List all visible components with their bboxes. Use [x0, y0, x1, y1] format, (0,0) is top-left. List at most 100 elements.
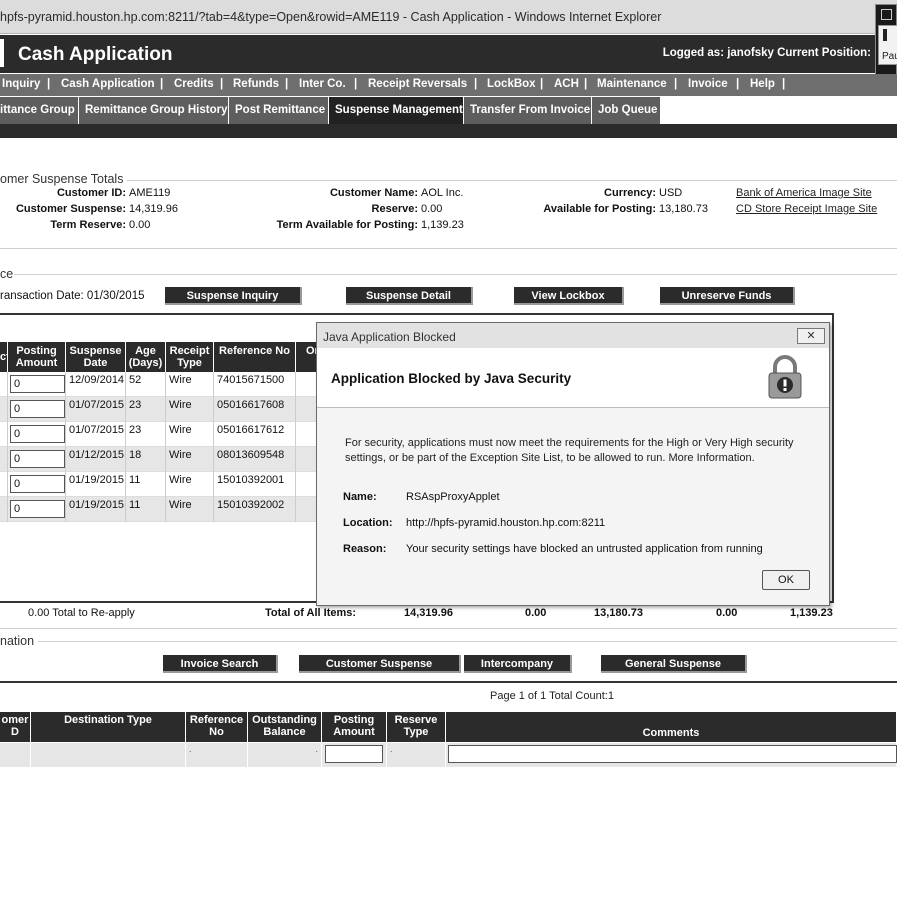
invoice-search-button[interactable]: Invoice Search — [163, 655, 278, 673]
table-row — [0, 397, 8, 422]
suspense-date-cell: 01/07/2015 — [66, 397, 126, 422]
col-outstanding-balance-header: Outstanding Balance — [248, 712, 322, 742]
total-value-3: 13,180.73 — [594, 607, 643, 619]
paging-info: Page 1 of 1 Total Count:1 — [490, 690, 614, 702]
dialog-reason-label: Reason: — [343, 543, 387, 555]
lock-warning-icon — [768, 355, 802, 399]
nav-separator: | — [584, 78, 588, 90]
receipt-type-cell: Wire — [166, 497, 214, 522]
posting-amount-input[interactable] — [325, 745, 383, 763]
nav-separator: | — [354, 78, 358, 90]
reference-no-cell: 15010392001 — [214, 472, 296, 497]
dialog-location-value: http://hpfs-pyramid.houston.hp.com:8211 — [406, 517, 606, 529]
nav-receipt-reversals[interactable]: Receipt Reversals — [368, 78, 467, 90]
posting-amount-cell: 0 — [8, 497, 66, 522]
tab-strip-bar — [0, 124, 897, 138]
nav-refunds[interactable]: Refunds — [233, 78, 279, 90]
receipt-type-cell: Wire — [166, 447, 214, 472]
nav-maintenance[interactable]: Maintenance — [597, 78, 667, 90]
destination-section-title: nation — [0, 634, 35, 648]
dialog-name-label: Name: — [343, 491, 377, 503]
posting-amount-input[interactable]: 0 — [10, 425, 65, 443]
col-destination-type-header: Destination Type — [31, 712, 186, 742]
nav-separator: | — [474, 78, 478, 90]
total-value-1: 14,319.96 — [404, 607, 453, 619]
col-reserve-type-header: Reserve Type — [387, 712, 446, 742]
suspense-date-cell: 01/19/2015 — [66, 472, 126, 497]
intercompany-button[interactable]: Intercompany — [464, 655, 572, 673]
posting-amount-input[interactable]: 0 — [10, 475, 65, 493]
posting-amount-input[interactable]: 0 — [10, 500, 65, 518]
nav-ach[interactable]: ACH — [554, 78, 579, 90]
reference-no-cell: . — [186, 743, 248, 767]
customer-suspense-value: 14,319.96 — [129, 203, 178, 215]
bank-of-america-image-link[interactable]: Bank of America Image Site — [736, 187, 872, 199]
currency-label: Currency: — [604, 187, 656, 199]
sub-tabs: ittance Group Remittance Group History P… — [0, 97, 897, 124]
general-suspense-button[interactable]: General Suspense — [601, 655, 747, 673]
nav-help[interactable]: Help — [750, 78, 775, 90]
nav-separator: | — [674, 78, 678, 90]
unreserve-funds-button[interactable]: Unreserve Funds — [660, 287, 795, 305]
tab-post-remittance[interactable]: Post Remittance — [229, 97, 329, 124]
divider — [0, 681, 897, 683]
user-info: Logged as: janofsky Current Position: — [662, 47, 871, 59]
side-widget-square-icon[interactable] — [881, 9, 892, 20]
posting-amount-cell: 0 — [8, 472, 66, 497]
col-age-header: Age (Days) — [126, 342, 166, 372]
table-row — [0, 447, 8, 472]
outstanding-balance-cell: . — [248, 743, 322, 767]
suspense-inquiry-button[interactable]: Suspense Inquiry — [165, 287, 302, 305]
posting-amount-input[interactable]: 0 — [10, 400, 65, 418]
posting-amount-input[interactable]: 0 — [10, 450, 65, 468]
nav-credits[interactable]: Credits — [174, 78, 214, 90]
side-widget[interactable]: Pau — [875, 4, 897, 80]
tab-transfer-from-invoice[interactable]: Transfer From Invoice — [464, 97, 592, 124]
reference-no-cell: 08013609548 — [214, 447, 296, 472]
nav-invoice[interactable]: Invoice — [688, 78, 728, 90]
view-lockbox-button[interactable]: View Lockbox — [514, 287, 624, 305]
col-select-header: ct — [0, 342, 10, 372]
transaction-date: ransaction Date: 01/30/2015 — [0, 290, 145, 302]
ok-button[interactable]: OK — [762, 570, 810, 590]
tab-remittance-group[interactable]: ittance Group — [0, 97, 79, 124]
suspense-detail-button[interactable]: Suspense Detail — [346, 287, 473, 305]
nav-separator: | — [540, 78, 544, 90]
nav-cash-application[interactable]: Cash Application — [61, 78, 155, 90]
main-nav: Inquiry | Cash Application | Credits | R… — [0, 74, 897, 96]
comments-input[interactable] — [448, 745, 897, 763]
suspense-date-cell: 12/09/2014 — [66, 372, 126, 397]
receipt-type-cell: Wire — [166, 372, 214, 397]
tab-suspense-management[interactable]: Suspense Management — [329, 97, 464, 124]
age-cell: 11 — [126, 497, 166, 522]
nav-lockbox[interactable]: LockBox — [487, 78, 536, 90]
destination-type-cell — [31, 743, 186, 767]
divider — [127, 180, 897, 181]
nav-interco[interactable]: Inter Co. — [299, 78, 346, 90]
dialog-reason-value: Your security settings have blocked an u… — [406, 543, 763, 555]
posting-amount-input[interactable]: 0 — [10, 375, 65, 393]
col-reference-no-header: Reference No — [186, 712, 248, 742]
col-comments-header: Comments — [446, 712, 897, 742]
close-icon[interactable]: ✕ — [797, 328, 825, 344]
browser-title: hpfs-pyramid.houston.hp.com:8211/?tab=4&… — [0, 10, 662, 24]
nav-inquiry[interactable]: Inquiry — [2, 78, 40, 90]
tab-remittance-group-history[interactable]: Remittance Group History — [79, 97, 229, 124]
reserve-value: 0.00 — [421, 203, 443, 215]
reserve-type-cell: . — [387, 743, 446, 767]
nav-separator: | — [736, 78, 740, 90]
customer-suspense-button[interactable]: Customer Suspense — [299, 655, 461, 673]
reference-no-cell: 15010392002 — [214, 497, 296, 522]
age-cell: 23 — [126, 422, 166, 447]
term-reserve-value: 0.00 — [129, 219, 151, 231]
posting-amount-cell: 0 — [8, 422, 66, 447]
dialog-header: Application Blocked by Java Security — [317, 348, 829, 408]
dialog-location-label: Location: — [343, 517, 393, 529]
cd-store-receipt-image-link[interactable]: CD Store Receipt Image Site — [736, 203, 877, 215]
dialog-title-bar[interactable]: Java Application Blocked ✕ — [317, 323, 829, 348]
tab-job-queue[interactable]: Job Queue — [592, 97, 661, 124]
table-row — [0, 472, 8, 497]
suspense-section-title: ce — [0, 267, 14, 281]
app-title: Cash Application — [18, 44, 173, 65]
side-widget-pane[interactable]: Pau — [878, 25, 897, 65]
